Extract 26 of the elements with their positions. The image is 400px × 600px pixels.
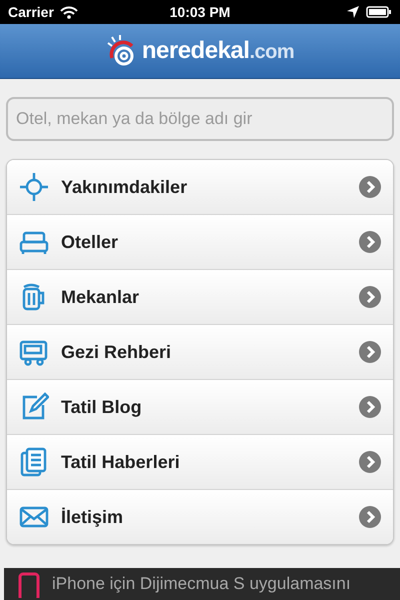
clock-label: 10:03 PM: [170, 4, 230, 20]
menu-item[interactable]: Tatil Haberleri: [7, 434, 393, 489]
phone-icon: [18, 570, 40, 598]
location-arrow-icon: [346, 5, 360, 19]
banner-text: iPhone için Dijimecmua S uygulamasını: [52, 574, 351, 594]
app-banner[interactable]: iPhone için Dijimecmua S uygulamasını: [4, 568, 400, 600]
search-field[interactable]: Otel, mekan ya da bölge adı gir: [6, 97, 394, 141]
newspaper-icon: [19, 447, 49, 477]
chevron-icon: [359, 396, 381, 418]
menu-item[interactable]: Gezi Rehberi: [7, 324, 393, 379]
menu-item[interactable]: Mekanlar: [7, 269, 393, 324]
chevron-icon: [359, 506, 381, 528]
chevron-icon: [359, 451, 381, 473]
menu-item[interactable]: Oteller: [7, 214, 393, 269]
menu-item[interactable]: Yakınımdakiler: [7, 160, 393, 214]
crosshair-icon: [19, 172, 49, 202]
chevron-icon: [359, 286, 381, 308]
chevron-icon: [359, 341, 381, 363]
battery-icon: [366, 6, 392, 18]
carrier-label: Carrier: [8, 4, 54, 20]
menu-item[interactable]: Tatil Blog: [7, 379, 393, 434]
wifi-icon: [60, 6, 78, 18]
menu-item[interactable]: İletişim: [7, 489, 393, 544]
logo-text: neredekal.com: [142, 37, 294, 65]
chevron-icon: [359, 176, 381, 198]
chevron-icon: [359, 231, 381, 253]
